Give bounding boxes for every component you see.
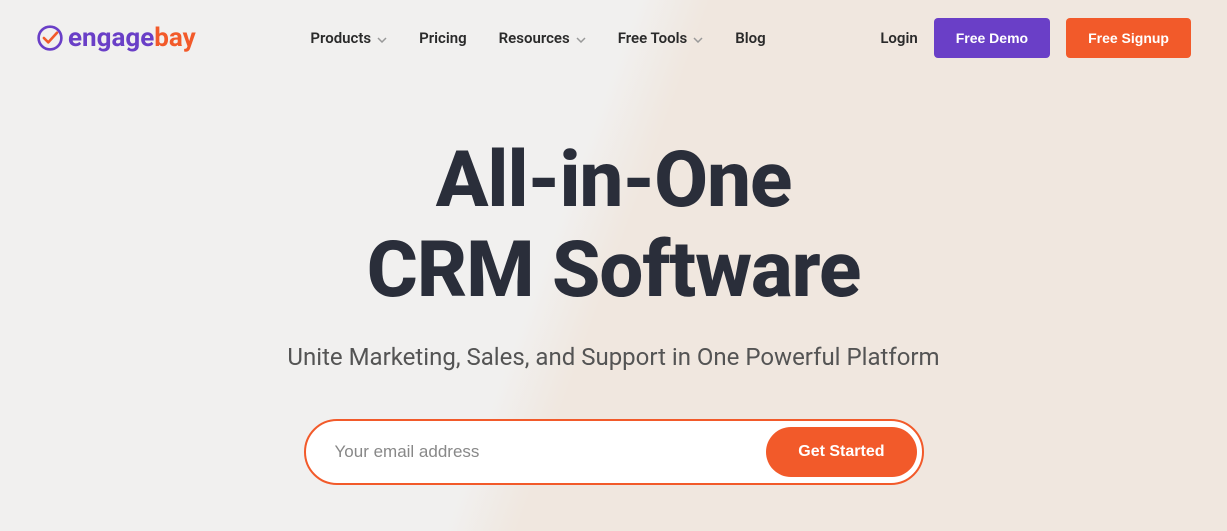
logo-text-bay: bay [154, 23, 195, 53]
email-signup-form: Get Started [304, 419, 924, 485]
nav-free-tools[interactable]: Free Tools [618, 29, 703, 47]
get-started-button[interactable]: Get Started [766, 427, 916, 477]
nav-products[interactable]: Products [310, 29, 387, 47]
nav-right: Login Free Demo Free Signup [880, 18, 1191, 58]
email-input[interactable] [311, 426, 767, 478]
main-nav: Products Pricing Resources Free Tools Bl… [310, 29, 765, 47]
free-signup-button[interactable]: Free Signup [1066, 18, 1191, 58]
logo-text-engage: engage [68, 23, 154, 53]
chevron-down-icon [377, 29, 387, 47]
hero-title: All-in-One CRM Software [0, 136, 1227, 315]
logo-icon [36, 24, 64, 52]
hero-title-line2: CRM Software [367, 225, 861, 316]
header: engagebay Products Pricing Resources Fre… [0, 0, 1227, 76]
hero-subtitle: Unite Marketing, Sales, and Support in O… [0, 343, 1227, 371]
nav-free-tools-label: Free Tools [618, 29, 687, 47]
chevron-down-icon [693, 29, 703, 47]
nav-login-label: Login [880, 29, 917, 47]
nav-resources[interactable]: Resources [499, 29, 586, 47]
nav-resources-label: Resources [499, 29, 570, 47]
nav-products-label: Products [310, 29, 371, 47]
chevron-down-icon [576, 29, 586, 47]
hero-section: All-in-One CRM Software Unite Marketing,… [0, 76, 1227, 485]
logo[interactable]: engagebay [36, 23, 196, 53]
nav-pricing-label: Pricing [419, 29, 467, 47]
nav-login[interactable]: Login [880, 29, 917, 47]
nav-pricing[interactable]: Pricing [419, 29, 467, 47]
free-demo-button[interactable]: Free Demo [934, 18, 1050, 58]
nav-blog[interactable]: Blog [735, 29, 765, 47]
hero-title-line1: All-in-One [436, 135, 792, 226]
nav-blog-label: Blog [735, 29, 765, 47]
